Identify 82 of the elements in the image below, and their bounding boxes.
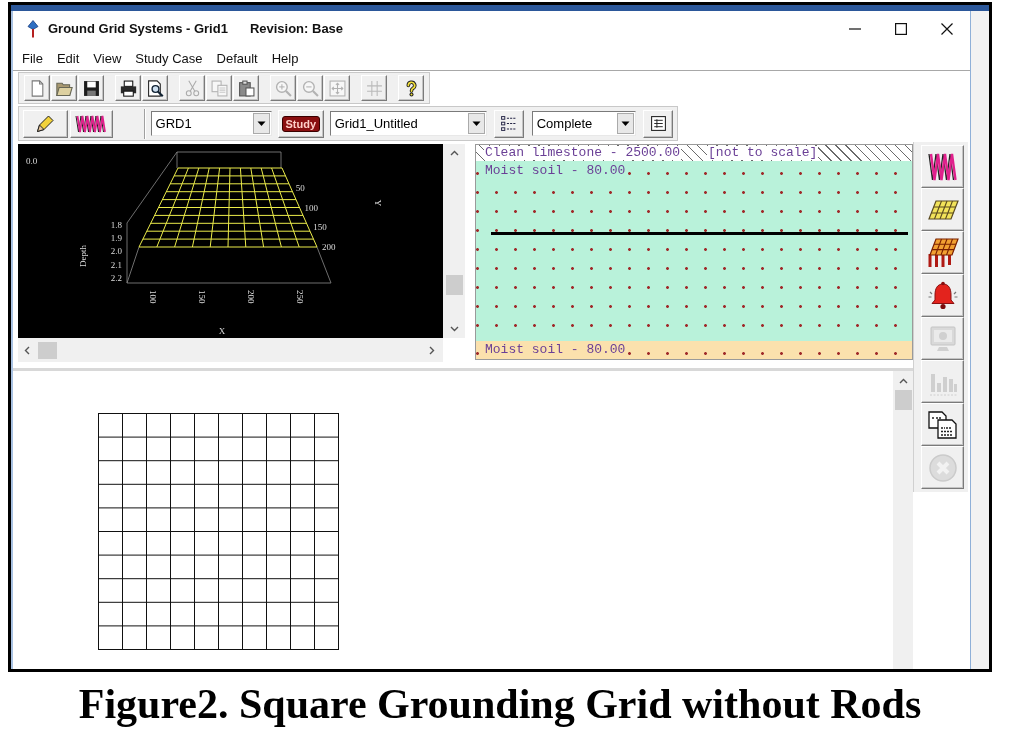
page-magnifier-icon (146, 79, 164, 97)
new-button[interactable] (24, 75, 50, 101)
paste-button[interactable] (233, 75, 259, 101)
chevron-right-icon[interactable] (429, 345, 435, 355)
grid-button[interactable] (921, 188, 964, 231)
help-button[interactable] (398, 75, 424, 101)
pin-icon (27, 19, 39, 38)
rods-button[interactable] (921, 145, 964, 188)
x-axis-title: X (218, 326, 226, 336)
menu-item[interactable]: File (15, 50, 50, 66)
menu-item[interactable]: Default (209, 50, 265, 66)
copy-pages-icon (210, 79, 228, 97)
spiral-rods-icon (75, 114, 108, 133)
x-tick-label: 100 (148, 290, 158, 304)
pencil-icon (35, 113, 56, 134)
bell-icon (926, 279, 959, 312)
scissors-icon (183, 79, 201, 97)
documents-icon (926, 408, 959, 441)
scrollbar-thumb[interactable] (894, 390, 912, 410)
scale-note: [not to scale] (707, 146, 819, 160)
figure-caption: Figure2. Square Grounding Grid without Rods (78, 680, 922, 728)
chevron-down-icon[interactable] (449, 326, 459, 332)
print-button[interactable] (115, 75, 141, 101)
depth-tick-label: 2.1 (110, 259, 122, 270)
horizontal-scrollbar[interactable] (18, 338, 443, 362)
chevron-left-icon[interactable] (24, 345, 30, 355)
zoom-out-icon (301, 79, 319, 97)
x-tick-label: 200 (246, 290, 256, 304)
depth-tick-label: 1.9 (110, 233, 122, 244)
scrollbar-thumb[interactable] (445, 275, 463, 295)
fit-arrows-icon (328, 79, 346, 97)
y-tick-label: 150 (313, 222, 327, 233)
chevron-up-icon[interactable] (898, 378, 908, 384)
close-icon (941, 22, 953, 35)
top-value-label: 0.0 (26, 156, 38, 166)
hash-grid-icon (365, 79, 383, 97)
menu-item[interactable]: Study Case (128, 50, 210, 66)
menu-item[interactable]: Edit (49, 50, 87, 66)
list-button[interactable] (493, 109, 524, 138)
depth-axis-title: Depth (78, 245, 88, 267)
vertical-scrollbar[interactable] (443, 144, 465, 338)
save-button[interactable] (78, 75, 104, 101)
chevron-up-icon[interactable] (449, 150, 459, 156)
y-tick-label: 200 (322, 242, 336, 252)
menu-item[interactable]: Help (264, 50, 306, 66)
dropdown[interactable]: GRD1 (150, 111, 272, 136)
revision-label: Revision: Base (249, 21, 344, 36)
clipboard-icon (237, 79, 255, 97)
grid-rods-button[interactable] (921, 231, 964, 274)
maximize-icon (895, 22, 907, 35)
scrollbar-thumb[interactable] (38, 341, 57, 359)
document-icon (649, 115, 667, 132)
y-tick-label: 100 (304, 202, 318, 213)
depth-tick-label: 2.0 (110, 246, 122, 257)
reports-button[interactable] (921, 403, 964, 446)
x-tick-label: 250 (295, 290, 305, 304)
depth-tick-label: 2.2 (110, 272, 122, 283)
report-button[interactable] (643, 109, 673, 138)
minimize-icon (849, 27, 861, 30)
list-icon (500, 115, 518, 132)
study-button[interactable]: Study (277, 109, 324, 138)
x-tick-label: 150 (197, 290, 207, 304)
alarm-button[interactable] (921, 274, 964, 317)
y-axis-title: Y (373, 199, 383, 207)
soil-layer-label: Moist soil - 80.00 (484, 343, 627, 357)
grid-with-rods-icon (926, 236, 959, 269)
dropdown[interactable]: Complete (531, 111, 637, 136)
soil-layer-label: Moist soil - 80.00 (484, 164, 627, 178)
y-tick-label: 50 (295, 182, 305, 193)
dropdown[interactable]: Grid1_Untitled (329, 111, 487, 136)
zoom-in-icon (274, 79, 292, 97)
print-preview-button[interactable] (142, 75, 168, 101)
vertical-scrollbar[interactable] (893, 371, 913, 669)
edit-button[interactable] (23, 109, 68, 138)
cancel-icon (926, 451, 959, 484)
depth-tick-label: 1.8 (110, 220, 122, 230)
soil-layer-label: Clean limestone - 2500.00 (484, 146, 682, 160)
window-title: Ground Grid Systems - Grid1 (48, 21, 228, 36)
open-button[interactable] (51, 75, 77, 101)
menu-item[interactable]: View (86, 50, 129, 66)
printer-icon (119, 79, 137, 97)
rods-button[interactable] (69, 109, 113, 138)
